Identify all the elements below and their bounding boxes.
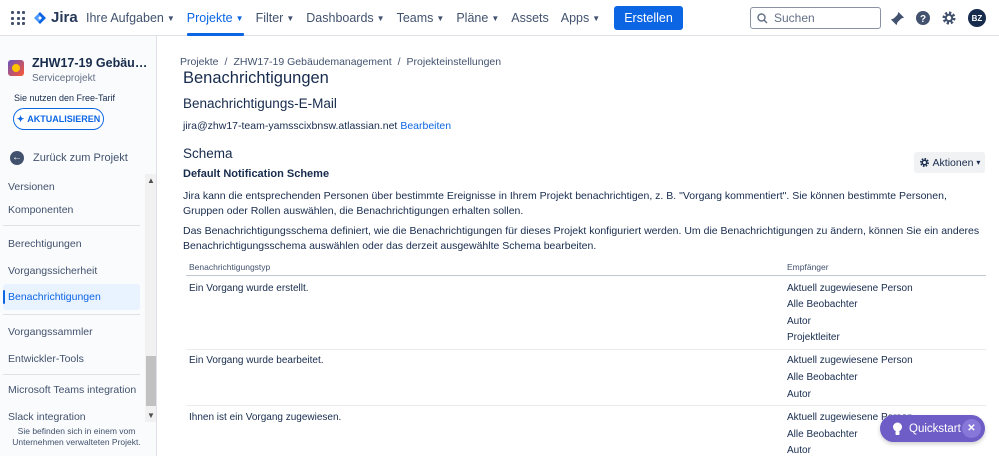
- company-managed-note: Sie befinden sich in einem vom Unternehm…: [12, 426, 141, 447]
- recipient: Alle Beobachter: [787, 429, 858, 440]
- event-name: Ein Vorgang wurde bearbeitet.: [189, 355, 324, 366]
- actions-button[interactable]: Aktionen ▾: [914, 152, 985, 173]
- breadcrumb-projects[interactable]: Projekte: [180, 56, 219, 68]
- logo-text: Jira: [51, 9, 78, 26]
- chevron-down-icon: ▼: [166, 13, 175, 23]
- nav-dashboards[interactable]: Dashboards ▼: [306, 0, 384, 36]
- search-icon: [757, 12, 768, 23]
- back-to-project-link[interactable]: ← Zurück zum Projekt: [10, 151, 128, 165]
- create-button[interactable]: Erstellen: [614, 6, 683, 30]
- column-header-event: Benachrichtigungstyp: [189, 262, 271, 272]
- schema-section-heading: Schema: [183, 146, 233, 161]
- breadcrumb-project[interactable]: ZHW17-19 Gebäudemanagement: [233, 56, 391, 68]
- free-tier-text: Sie nutzen den Free-Tarif: [14, 93, 116, 103]
- chevron-down-icon: ▼: [286, 13, 295, 23]
- breadcrumb: Projekte / ZHW17-19 Gebäudemanagement / …: [180, 56, 501, 68]
- notification-email: jira@zhw17-team-yamsscixbnsw.atlassian.n…: [183, 120, 451, 132]
- page-title: Benachrichtigungen: [183, 69, 329, 87]
- chevron-down-icon: ▼: [592, 13, 601, 23]
- arrow-left-icon: ←: [10, 151, 24, 165]
- project-sidebar: ZHW17-19 Gebäudemanagement Serviceprojek…: [0, 36, 157, 456]
- project-header[interactable]: ZHW17-19 Gebäudemanagement Serviceprojek…: [8, 56, 150, 84]
- chevron-down-icon: ▼: [436, 13, 445, 23]
- recipient: Aktuell zugewiesene Person: [787, 355, 913, 366]
- event-name: Ein Vorgang wurde erstellt.: [189, 283, 309, 294]
- lightbulb-icon: [893, 422, 902, 435]
- nav-apps[interactable]: Apps ▼: [561, 0, 600, 36]
- row-divider: [186, 405, 986, 406]
- quickstart-button[interactable]: Quickstart ✕: [880, 415, 985, 442]
- top-navigation: Jira Ihre Aufgaben ▼ Projekte ▼ Filter ▼ Da…: [0, 0, 999, 36]
- sidebar-item-components[interactable]: Komponenten: [3, 197, 140, 223]
- svg-text:?: ?: [920, 14, 926, 25]
- gear-icon: [919, 158, 929, 167]
- nav-assets[interactable]: Assets: [511, 0, 549, 36]
- jira-logo[interactable]: Jira: [33, 9, 78, 26]
- recipient: Autor: [787, 316, 811, 327]
- sidebar-item-developer-tools[interactable]: Entwickler-Tools: [3, 346, 140, 372]
- recipient: Autor: [787, 389, 811, 400]
- user-avatar[interactable]: BZ: [968, 9, 986, 27]
- upgrade-button[interactable]: ✦ AKTUALISIEREN: [13, 108, 104, 130]
- event-name: Ihnen ist ein Vorgang zugewiesen.: [189, 412, 342, 423]
- row-divider: [186, 349, 986, 350]
- sidebar-item-teams-integration[interactable]: Microsoft Teams integration: [3, 377, 140, 403]
- nav-plans[interactable]: Pläne ▼: [456, 0, 499, 36]
- sidebar-item-issue-collectors[interactable]: Vorgangssammler: [3, 319, 140, 345]
- sidebar-divider: [3, 225, 140, 226]
- recipient: Projektleiter: [787, 332, 840, 343]
- sidebar-item-issue-security[interactable]: Vorgangssicherheit: [3, 258, 140, 284]
- chevron-down-icon: ▾: [976, 158, 981, 167]
- breadcrumb-separator: /: [224, 56, 228, 68]
- project-avatar-icon: [8, 60, 24, 76]
- nav-filters[interactable]: Filter ▼: [256, 0, 295, 36]
- close-icon[interactable]: ✕: [962, 419, 981, 438]
- search-input[interactable]: [774, 11, 869, 25]
- recipient: Aktuell zugewiesene Person: [787, 283, 913, 294]
- sidebar-divider: [3, 374, 140, 375]
- intro-paragraph: Jira kann die entsprechenden Personen üb…: [183, 190, 947, 217]
- email-address: jira@zhw17-team-yamsscixbnsw.atlassian.n…: [183, 120, 398, 132]
- chevron-down-icon: ▼: [491, 13, 500, 23]
- settings-gear-icon[interactable]: [940, 9, 958, 27]
- project-name: ZHW17-19 Gebäudemanagement: [32, 56, 150, 70]
- chevron-down-icon: ▼: [235, 13, 244, 23]
- email-section-heading: Benachrichtigungs-E-Mail: [183, 96, 337, 111]
- sidebar-item-permissions[interactable]: Berechtigungen: [3, 231, 140, 257]
- project-type: Serviceprojekt: [32, 73, 96, 84]
- notifications-icon[interactable]: [888, 9, 906, 27]
- app-switcher-icon[interactable]: [11, 11, 25, 25]
- scroll-down-arrow-icon[interactable]: ▼: [147, 411, 155, 420]
- scheme-paragraph: Das Benachrichtigungsschema definiert, w…: [183, 225, 980, 252]
- search-box[interactable]: [750, 7, 881, 29]
- nav-teams[interactable]: Teams ▼: [397, 0, 445, 36]
- edit-email-link[interactable]: Bearbeiten: [400, 120, 451, 132]
- breadcrumb-settings[interactable]: Projekteinstellungen: [407, 56, 502, 68]
- scrollbar-thumb[interactable]: [146, 356, 156, 406]
- chevron-down-icon: ▼: [376, 13, 385, 23]
- scheme-name: Default Notification Scheme: [183, 168, 330, 180]
- nav-projects[interactable]: Projekte ▼: [186, 0, 244, 36]
- help-icon[interactable]: ?: [914, 9, 932, 27]
- recipient: Alle Beobachter: [787, 299, 858, 310]
- column-header-recipients: Empfänger: [787, 262, 829, 272]
- recipient: Autor: [787, 445, 811, 456]
- table-header: Benachrichtigungstyp Empfänger: [186, 262, 986, 276]
- nav-your-work[interactable]: Ihre Aufgaben ▼: [86, 0, 175, 36]
- sidebar-item-notifications[interactable]: Benachrichtigungen: [3, 284, 140, 310]
- breadcrumb-separator: /: [397, 56, 401, 68]
- main-content: Projekte / ZHW17-19 Gebäudemanagement / …: [157, 36, 999, 456]
- sparkle-icon: ✦: [16, 113, 25, 124]
- recipient: Alle Beobachter: [787, 372, 858, 383]
- sidebar-divider: [3, 314, 140, 315]
- jira-logo-icon: [34, 11, 46, 24]
- sidebar-scrollbar[interactable]: ▲ ▼: [145, 174, 156, 422]
- scroll-up-arrow-icon[interactable]: ▲: [147, 176, 155, 185]
